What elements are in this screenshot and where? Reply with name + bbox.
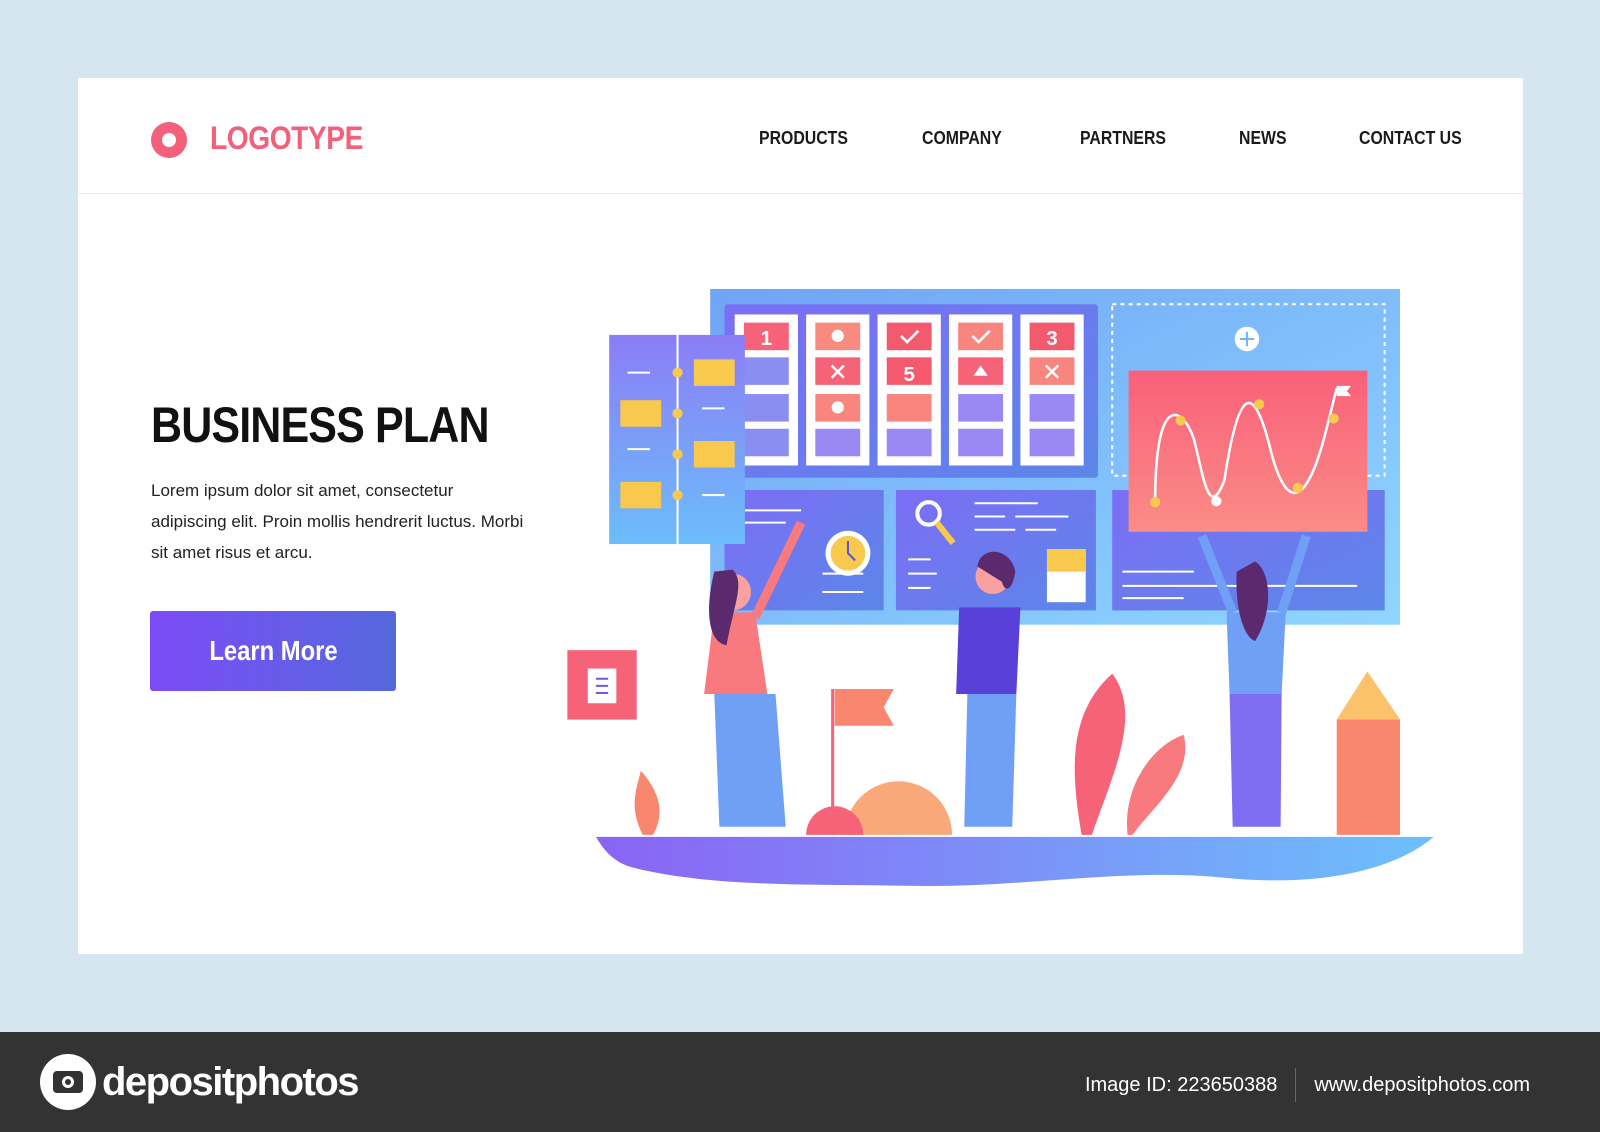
depositphotos-logo[interactable]: depositphotos [40,1054,360,1110]
nav-partners[interactable]: PARTNERS [1080,128,1166,149]
learn-more-button[interactable]: Learn More [150,611,396,691]
page-title: BUSINESS PLAN [151,397,490,453]
nav-products[interactable]: PRODUCTS [759,128,848,149]
logo-icon [151,122,187,158]
nav-news[interactable]: NEWS [1239,128,1287,149]
divider [1295,1068,1297,1102]
brand-name: depositphotos [102,1059,360,1104]
site-link[interactable]: www.depositphotos.com [1314,1074,1530,1097]
logo[interactable]: LOGOTYPE [210,120,363,157]
nav-contact-us[interactable]: CONTACT US [1359,128,1462,149]
hero-text: Lorem ipsum dolor sit amet, consectetur … [151,481,524,562]
header: LOGOTYPE PRODUCTS COMPANY PARTNERS NEWS … [78,78,1523,194]
camera-icon [40,1054,96,1110]
learn-more-label: Learn More [208,635,338,666]
image-id: Image ID: 223650388 [1084,1073,1278,1096]
nav-company[interactable]: COMPANY [922,128,1002,149]
landing-card: LOGOTYPE PRODUCTS COMPANY PARTNERS NEWS … [78,78,1523,954]
footer: depositphotos Image ID: 223650388 www.de… [0,1032,1600,1132]
